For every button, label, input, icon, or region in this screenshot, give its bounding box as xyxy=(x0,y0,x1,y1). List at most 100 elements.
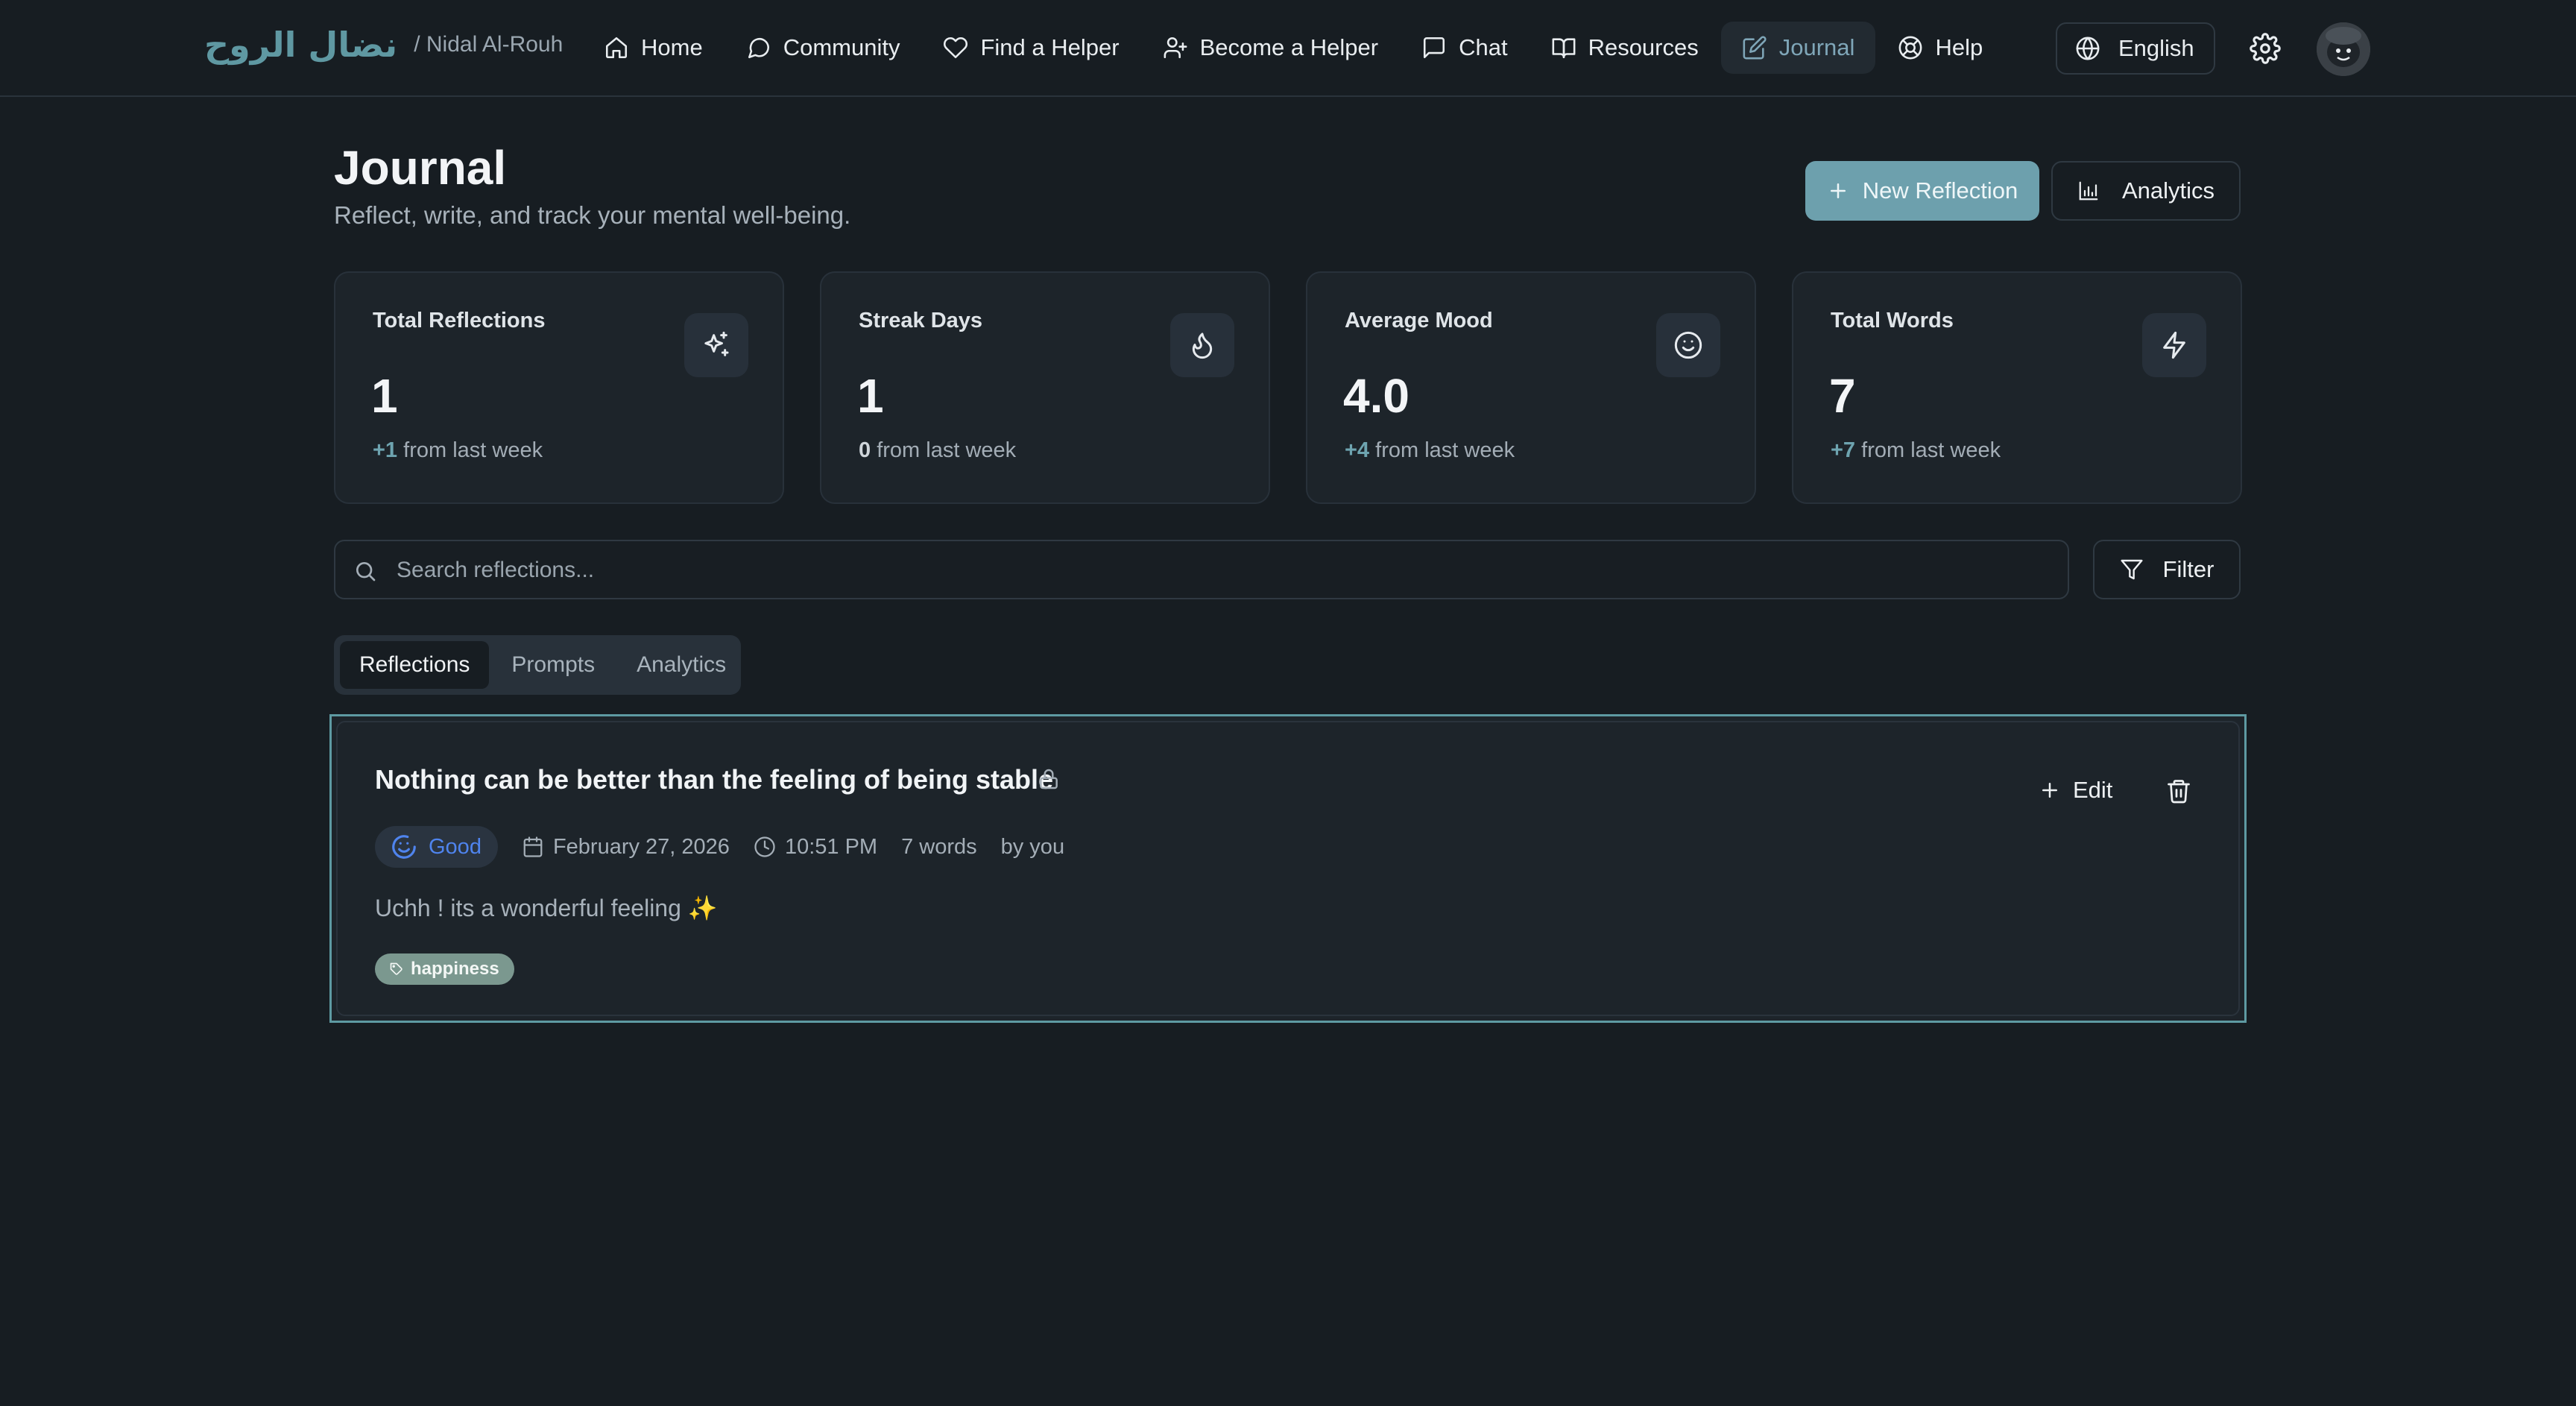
nav-item-become-helper[interactable]: Become a Helper xyxy=(1142,22,1400,74)
tag-chip[interactable]: happiness xyxy=(375,953,514,985)
user-avatar-icon xyxy=(2317,22,2370,76)
nav-label: Journal xyxy=(1778,34,1855,60)
stat-icon-box xyxy=(1656,313,1720,377)
top-nav: نضال الروح / Nidal Al-Rouh Home Communit… xyxy=(0,0,2576,97)
stat-suffix: from last week xyxy=(1375,438,1515,462)
clock-icon xyxy=(754,836,775,857)
message-circle-icon xyxy=(748,38,769,59)
page-title: Journal xyxy=(334,141,507,195)
tab-prompts[interactable]: Prompts xyxy=(492,641,614,689)
edit-button[interactable]: Edit xyxy=(2039,772,2112,809)
filter-button[interactable]: Filter xyxy=(2093,540,2241,599)
nav-label: Chat xyxy=(1459,34,1508,60)
tag-icon xyxy=(390,962,402,975)
stat-value: 1 xyxy=(371,369,398,423)
reflection-time: 10:51 PM xyxy=(754,835,877,860)
stat-value: 1 xyxy=(857,369,884,423)
reflection-title[interactable]: Nothing can be better than the feeling o… xyxy=(375,764,1053,795)
nav-label: Find a Helper xyxy=(980,34,1120,60)
stat-delta: +4 xyxy=(1345,438,1370,462)
search-input[interactable] xyxy=(395,541,2038,599)
sparkles-icon xyxy=(704,331,729,356)
nav-label: Community xyxy=(783,34,900,60)
stat-suffix: from last week xyxy=(403,438,543,462)
filter-icon xyxy=(2121,559,2143,580)
mood-good-icon xyxy=(392,835,416,859)
smile-icon xyxy=(1674,331,1702,359)
plus-icon xyxy=(1830,183,1846,198)
edit-label: Edit xyxy=(2073,777,2113,803)
edit-icon xyxy=(1743,36,1767,60)
flame-icon xyxy=(1192,332,1213,359)
bar-chart-icon xyxy=(2079,181,2098,201)
search-box xyxy=(334,540,2069,599)
reflection-body: Uchh ! its a wonderful feeling ✨ xyxy=(375,895,718,921)
home-icon xyxy=(605,37,628,59)
stat-icon-box xyxy=(1170,313,1234,377)
brand[interactable]: نضال الروح / Nidal Al-Rouh xyxy=(204,21,563,69)
stat-label: Total Reflections xyxy=(373,309,546,332)
zap-icon xyxy=(2163,331,2185,359)
stat-change: +4 from last week xyxy=(1345,438,1515,463)
tab-analytics[interactable]: Analytics xyxy=(617,641,745,689)
nav-label: Home xyxy=(641,34,703,60)
nav-item-help[interactable]: Help xyxy=(1877,22,2004,74)
life-buoy-icon xyxy=(1898,36,1922,60)
plus-icon xyxy=(2042,783,2057,798)
gear-icon xyxy=(2250,33,2281,64)
nav-links: Home Community Find a Helper Become a He… xyxy=(583,21,2004,75)
stat-card-total-reflections: Total Reflections 1 +1 from last week xyxy=(334,271,784,504)
reflection-card[interactable]: Nothing can be better than the feeling o… xyxy=(329,714,2247,1023)
word-count: 7 words xyxy=(901,834,977,859)
nav-item-chat[interactable]: Chat xyxy=(1401,22,1528,74)
reflection-meta: Good February 27, 2026 10:51 PM 7 words … xyxy=(375,825,1064,868)
delete-button[interactable] xyxy=(2165,778,2192,804)
message-square-icon xyxy=(1424,37,1445,59)
author-text: by you xyxy=(1000,834,1065,859)
stat-value: 7 xyxy=(1829,369,1856,423)
stat-change: 0 from last week xyxy=(859,438,1016,463)
stat-card-average-mood: Average Mood 4.0 +4 from last week xyxy=(1306,271,1756,504)
filter-label: Filter xyxy=(2162,556,2214,582)
language-label: English xyxy=(2118,35,2194,61)
language-selector[interactable]: English xyxy=(2056,22,2215,75)
trash-icon xyxy=(2168,780,2190,804)
stat-label: Average Mood xyxy=(1345,309,1493,332)
nav-item-journal[interactable]: Journal xyxy=(1720,22,1876,74)
stat-value: 4.0 xyxy=(1343,369,1409,423)
stat-suffix: from last week xyxy=(877,438,1017,462)
stat-delta: +1 xyxy=(373,438,398,462)
nav-item-find-helper[interactable]: Find a Helper xyxy=(922,22,1140,74)
tag-label: happiness xyxy=(411,959,499,979)
journal-tabs: Reflections Prompts Analytics xyxy=(334,635,741,695)
analytics-button[interactable]: Analytics xyxy=(2051,161,2241,221)
mood-badge: Good xyxy=(375,826,498,868)
stat-change: +7 from last week xyxy=(1831,438,2001,463)
heart-icon xyxy=(944,37,968,59)
stat-icon-box xyxy=(2142,313,2206,377)
avatar[interactable] xyxy=(2317,22,2370,76)
nav-item-home[interactable]: Home xyxy=(583,22,724,74)
nav-label: Become a Helper xyxy=(1199,34,1379,60)
calendar-icon xyxy=(523,836,543,857)
mood-label: Good xyxy=(429,834,482,859)
nav-label: Resources xyxy=(1588,34,1699,60)
stat-card-total-words: Total Words 7 +7 from last week xyxy=(1792,271,2242,504)
nav-item-community[interactable]: Community xyxy=(725,22,921,74)
brand-user-path: / Nidal Al-Rouh xyxy=(414,32,564,57)
page-subtitle: Reflect, write, and track your mental we… xyxy=(334,201,851,229)
nav-item-resources[interactable]: Resources xyxy=(1530,22,1720,74)
stat-suffix: from last week xyxy=(1861,438,2001,462)
brand-logo[interactable]: نضال الروح xyxy=(204,25,397,65)
settings-button[interactable] xyxy=(2250,33,2281,64)
reflection-date: February 27, 2026 xyxy=(522,835,730,860)
stat-label: Streak Days xyxy=(859,309,983,332)
stat-label: Total Words xyxy=(1831,309,1954,332)
time-text: 10:51 PM xyxy=(784,834,878,859)
tab-reflections[interactable]: Reflections xyxy=(340,641,490,689)
nav-label: Help xyxy=(1935,34,1983,60)
stat-delta: +7 xyxy=(1831,438,1856,462)
stat-change: +1 from last week xyxy=(373,438,543,463)
stat-delta: 0 xyxy=(859,438,871,462)
new-reflection-button[interactable]: New Reflection xyxy=(1805,161,2039,221)
